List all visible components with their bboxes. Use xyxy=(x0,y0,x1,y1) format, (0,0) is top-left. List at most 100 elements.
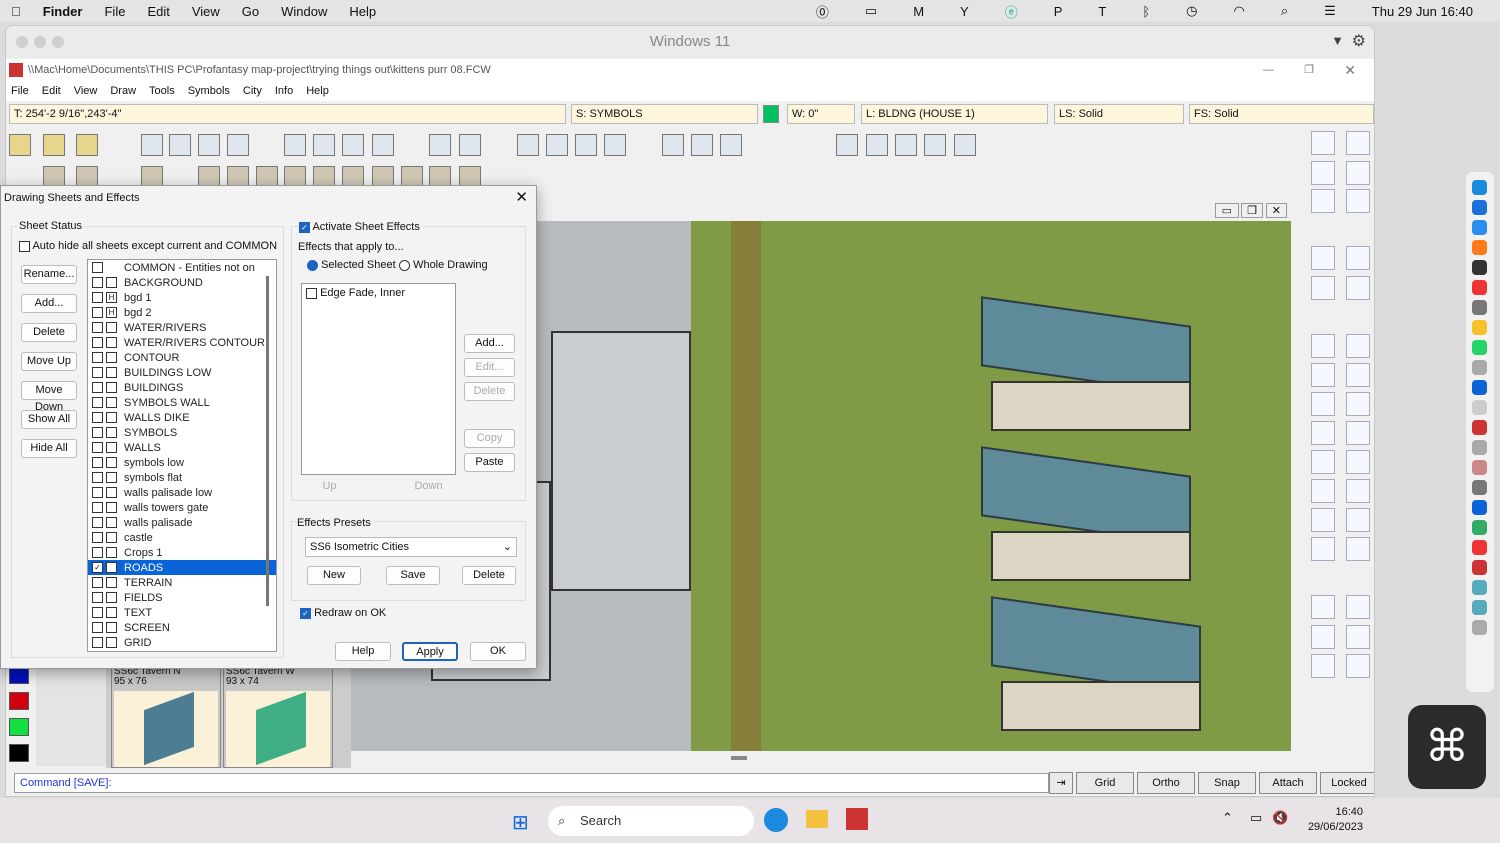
menu-tools[interactable]: Tools xyxy=(149,85,175,97)
toolbar-button[interactable] xyxy=(284,134,306,156)
menu-finder[interactable]: Finder xyxy=(43,4,83,19)
tool-button[interactable] xyxy=(1311,654,1335,678)
toolbar-button[interactable] xyxy=(459,134,481,156)
tool-button[interactable] xyxy=(1311,479,1335,503)
tool-button[interactable] xyxy=(1346,334,1370,358)
sheet-row[interactable]: walls towers gate xyxy=(88,500,276,515)
sheet-row[interactable]: walls palisade xyxy=(88,515,276,530)
palette-color[interactable] xyxy=(9,718,29,736)
spotlight-icon[interactable]: ⌕ xyxy=(1281,3,1288,19)
sheet-row[interactable]: BACKGROUND xyxy=(88,275,276,290)
toolbar-button[interactable] xyxy=(342,134,364,156)
gear-icon[interactable]: ⚙ xyxy=(1352,31,1366,51)
toolbar-button[interactable] xyxy=(43,134,65,156)
sheet-visible-checkbox[interactable] xyxy=(92,457,103,468)
toolbar-button[interactable] xyxy=(895,134,917,156)
dock-app-icon[interactable] xyxy=(1472,460,1487,475)
sheet-list[interactable]: COMMON - Entities not on BACKGROUND Hbgd 1… xyxy=(87,259,277,652)
dock-app-icon[interactable] xyxy=(1472,180,1487,195)
sheet-hide-checkbox[interactable] xyxy=(106,442,117,453)
snap-toggle[interactable]: Snap xyxy=(1198,772,1256,794)
sheet-visible-checkbox[interactable] xyxy=(92,337,103,348)
sheet-hide-checkbox[interactable] xyxy=(106,472,117,483)
sheet-row[interactable]: GRID xyxy=(88,635,276,650)
toolbar-button[interactable] xyxy=(954,134,976,156)
sheet-row[interactable]: WALLS xyxy=(88,440,276,455)
minimize-icon[interactable]: ▭ xyxy=(1214,203,1239,218)
tool-button[interactable] xyxy=(1311,421,1335,445)
toolbar-button[interactable] xyxy=(836,134,858,156)
preset-delete-button[interactable]: Delete xyxy=(462,566,516,585)
sheet-visible-checkbox[interactable] xyxy=(92,607,103,618)
tool-button[interactable] xyxy=(1346,363,1370,387)
minimize-icon[interactable]: — xyxy=(1263,59,1274,81)
toolbar-button[interactable] xyxy=(313,134,335,156)
command-key-icon[interactable]: ⌘ xyxy=(1408,705,1486,789)
dock-app-icon[interactable] xyxy=(1472,280,1487,295)
dock-app-icon[interactable] xyxy=(1472,240,1487,255)
sheet-hide-checkbox[interactable] xyxy=(106,397,117,408)
tool-button[interactable] xyxy=(1311,508,1335,532)
sheet-hide-checkbox[interactable] xyxy=(106,517,117,528)
radio-selected-sheet[interactable]: Selected Sheet xyxy=(307,259,396,271)
mac-menu-view[interactable]: View xyxy=(192,4,220,19)
sheet-hide-checkbox[interactable] xyxy=(106,577,117,588)
activate-effects-checkbox[interactable]: ✓ Activate Sheet Effects xyxy=(299,221,423,233)
toolbar-button[interactable] xyxy=(924,134,946,156)
preset-select[interactable]: SS6 Isometric Cities ⌄ xyxy=(305,537,517,557)
mac-menu-file[interactable]: File xyxy=(104,4,125,19)
sheet-visible-checkbox[interactable] xyxy=(92,322,103,333)
tool-button[interactable] xyxy=(1346,537,1370,561)
sheet-hide-checkbox[interactable] xyxy=(106,277,117,288)
toolbar-button[interactable] xyxy=(141,134,163,156)
palette-color[interactable] xyxy=(9,692,29,710)
menu-help[interactable]: Help xyxy=(306,85,329,97)
sheet-visible-checkbox[interactable] xyxy=(92,577,103,588)
layer-field[interactable]: L: BLDNG (HOUSE 1) xyxy=(861,104,1048,124)
tool-button[interactable] xyxy=(1346,450,1370,474)
delete-button[interactable]: Delete xyxy=(21,323,77,342)
sheet-hide-checkbox[interactable] xyxy=(106,532,117,543)
close-icon[interactable]: ✕ xyxy=(1344,59,1356,81)
ok-button[interactable]: OK xyxy=(470,642,526,661)
dock-app-icon[interactable] xyxy=(1472,380,1487,395)
symbol-item[interactable]: SS6c Tavern W 93 x 74 xyxy=(223,666,333,768)
close-window-button[interactable] xyxy=(16,36,28,48)
sheet-row[interactable]: WALLS DIKE xyxy=(88,410,276,425)
sheet-visible-checkbox[interactable] xyxy=(92,472,103,483)
sheet-hide-checkbox[interactable] xyxy=(106,562,117,573)
ortho-toggle[interactable]: Ortho xyxy=(1137,772,1195,794)
color-swatch[interactable] xyxy=(763,105,779,123)
tray-clock[interactable]: 16:40 29/06/2023 xyxy=(1305,806,1363,833)
start-icon[interactable]: ⊞ xyxy=(512,810,529,835)
dock-app-icon[interactable] xyxy=(1472,600,1487,615)
sheet-row[interactable]: WATER/RIVERS xyxy=(88,320,276,335)
auto-hide-checkbox[interactable]: Auto hide all sheets except current and … xyxy=(19,240,277,252)
sheet-visible-checkbox[interactable] xyxy=(92,547,103,558)
tool-button[interactable] xyxy=(1346,131,1370,155)
close-icon[interactable]: ✕ xyxy=(1265,203,1287,218)
sheet-row[interactable]: FIELDS xyxy=(88,590,276,605)
tool-button[interactable] xyxy=(1346,189,1370,213)
command-line[interactable]: Command [SAVE]: xyxy=(14,773,1049,793)
tool-button[interactable] xyxy=(1346,276,1370,300)
sheet-row[interactable]: WATER/RIVERS CONTOUR xyxy=(88,335,276,350)
taskbar-search[interactable]: ⌕ Search xyxy=(548,806,754,836)
dock-app-icon[interactable] xyxy=(1472,580,1487,595)
edge-icon[interactable] xyxy=(764,808,788,832)
toolbar-button[interactable] xyxy=(372,134,394,156)
sheet-visible-checkbox[interactable] xyxy=(92,292,103,303)
parallels-icon[interactable]: P xyxy=(1054,4,1063,19)
tool-button[interactable] xyxy=(1346,421,1370,445)
sheet-row[interactable]: symbols low xyxy=(88,455,276,470)
sheet-hide-checkbox[interactable] xyxy=(106,412,117,423)
dock-app-icon[interactable] xyxy=(1472,300,1487,315)
apple-icon[interactable]:  xyxy=(11,4,21,19)
sheet-visible-checkbox[interactable] xyxy=(92,412,103,423)
control-center-icon[interactable]: ☰ xyxy=(1324,3,1336,19)
tool-button[interactable] xyxy=(1311,161,1335,185)
sheet-hide-checkbox[interactable] xyxy=(106,622,117,633)
dock-app-icon[interactable] xyxy=(1472,500,1487,515)
symbol-item[interactable]: SS6c Tavern N 95 x 76 xyxy=(111,666,221,768)
sheet-visible-checkbox[interactable] xyxy=(92,382,103,393)
